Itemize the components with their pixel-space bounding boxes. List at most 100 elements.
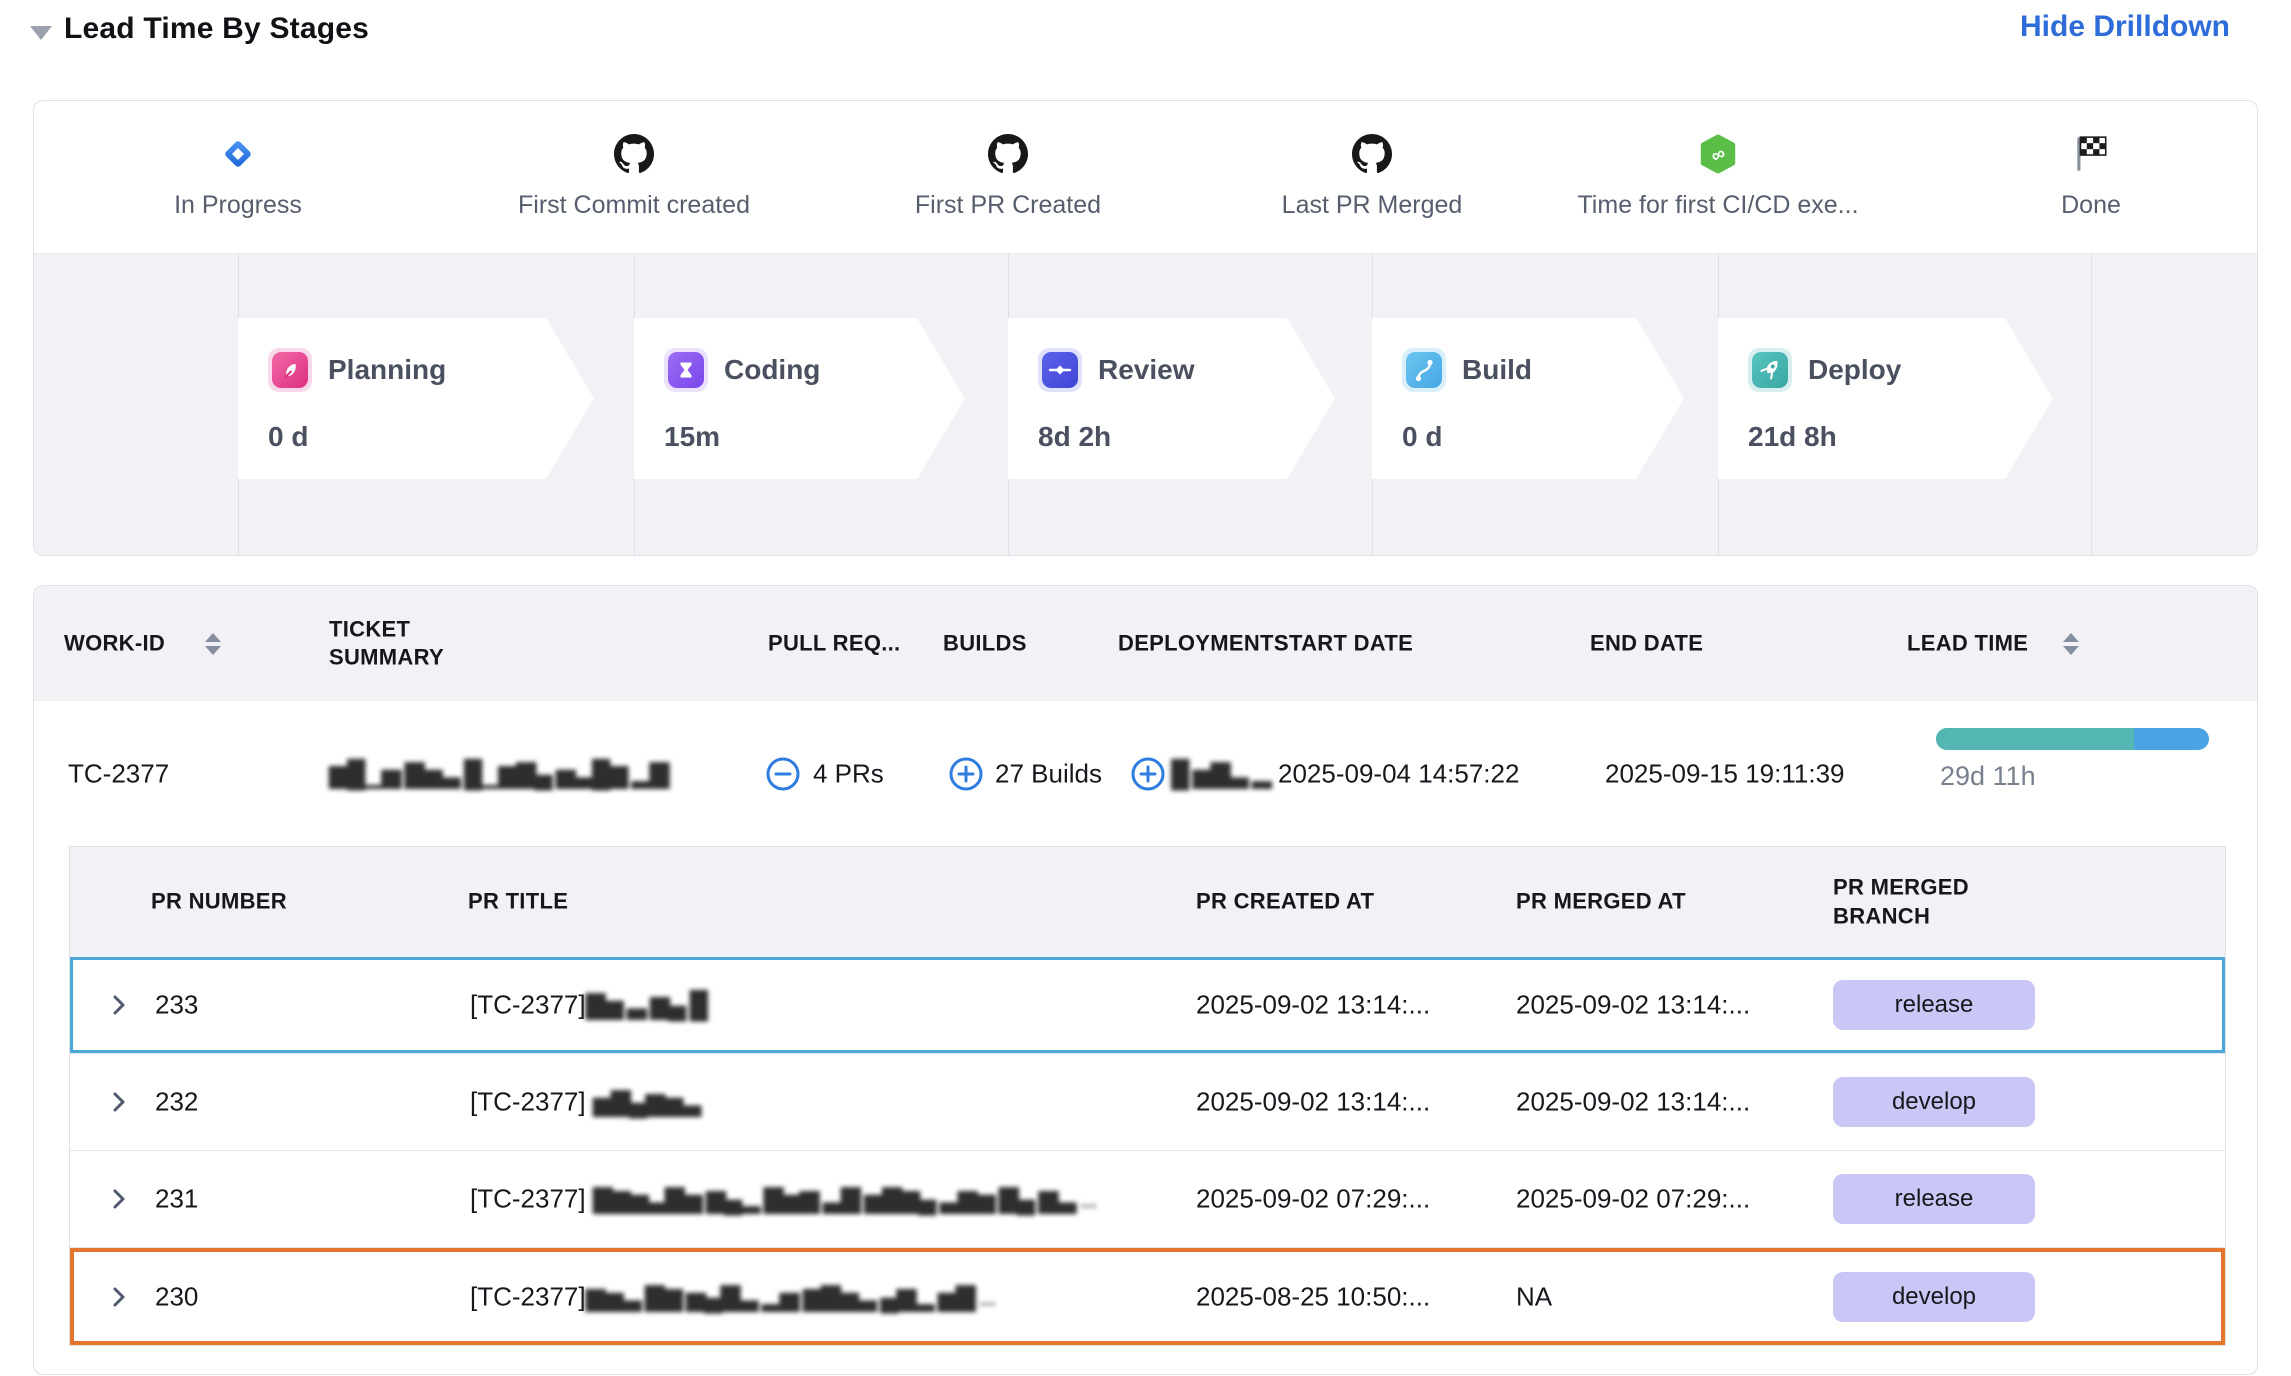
col-pr-created-at: PR CREATED AT — [1196, 888, 1374, 917]
stage-deploy: Deploy 21d 8h — [1718, 318, 2053, 479]
work-items-panel: WORK-ID TICKET SUMMARY PULL REQ... BUILD… — [33, 585, 2258, 1375]
pr-table-header: PR NUMBER PR TITLE PR CREATED AT PR MERG… — [70, 847, 2225, 957]
col-pr-title: PR TITLE — [468, 888, 568, 917]
pr-title: [TC-2377]▆▅▃ ▇▆ ▅▄▇▃ ▂▅ ▆▇▅▃ ▄▆▂ ▅▇ ... — [470, 1281, 995, 1312]
stage-planning: Planning 0 d — [238, 318, 594, 479]
pr-merged-at: 2025-09-02 13:14:... — [1516, 990, 1750, 1021]
milestone-cicd: ∞ Time for first CI/CD exe... — [1508, 133, 1928, 220]
review-commit-icon — [1038, 348, 1082, 392]
stage-duration: 15m — [664, 421, 720, 453]
col-lead-time: LEAD TIME — [1907, 629, 2028, 658]
pr-created-at: 2025-08-25 10:50:... — [1196, 1281, 1430, 1312]
branch-badge: develop — [1833, 1077, 2035, 1127]
stage-name: Review — [1098, 354, 1195, 386]
checkered-flag-icon — [2070, 133, 2112, 175]
col-start-date: START DATE — [1274, 629, 1413, 658]
start-date-value: 2025-09-04 14:57:22 — [1278, 758, 1519, 789]
work-item-row[interactable]: TC-2377 ▆█▁▅ ▇▅▃ █▁▆▇▄ ▅▃█▆ ▂▇ 4 PRs 27 … — [34, 701, 2257, 846]
pr-title-redacted: ▆▅▃ ▇▆ ▅▄▇▃ ▂▅ ▆▇▅▃ ▄▆▂ ▅▇ ... — [586, 1281, 995, 1311]
pr-title-redacted: ▇▅ ▃ ▆▄ █ — [586, 990, 707, 1020]
pipeline-panel: In Progress First Commit created First P… — [33, 100, 2258, 556]
ticket-summary-redacted: ▆█▁▅ ▇▅▃ █▁▆▇▄ ▅▃█▆ ▂▇ — [329, 758, 668, 789]
stage-band: Planning 0 d Coding 15m Revi — [34, 253, 2257, 555]
pr-number: 230 — [155, 1281, 198, 1312]
milestone-first-commit: First Commit created — [424, 133, 844, 220]
pr-merged-at: NA — [1516, 1281, 1552, 1312]
pr-merged-at: 2025-09-02 13:14:... — [1516, 1087, 1750, 1118]
milestone-done: Done — [1881, 133, 2258, 220]
pr-merged-at: 2025-09-02 07:29:... — [1516, 1184, 1750, 1215]
build-branch-icon — [1402, 348, 1446, 392]
stage-duration: 8d 2h — [1038, 421, 1111, 453]
col-ticket-summary: TICKET SUMMARY — [329, 615, 504, 672]
stage-name: Planning — [328, 354, 446, 386]
sort-icon-lead-time[interactable] — [2063, 633, 2079, 655]
pr-row[interactable]: 233 [TC-2377]▇▅ ▃ ▆▄ █ 2025-09-02 13:14:… — [70, 957, 2225, 1054]
github-icon — [987, 133, 1029, 175]
lead-time-value: 29d 11h — [1940, 761, 2036, 792]
chevron-right-icon[interactable] — [106, 992, 132, 1018]
lead-time-bar-teal-segment — [1936, 728, 2134, 750]
col-builds: BUILDS — [943, 629, 1027, 658]
milestone-first-pr: First PR Created — [798, 133, 1218, 220]
end-date-value: 2025-09-15 19:11:39 — [1605, 758, 1845, 789]
github-icon — [613, 133, 655, 175]
pr-row[interactable]: 232 [TC-2377] ▅▇▄▆▅▃ 2025-09-02 13:14:..… — [70, 1054, 2225, 1151]
stage-build: Build 0 d — [1372, 318, 1684, 479]
expand-builds-icon[interactable] — [947, 755, 985, 793]
coding-hourglass-icon — [664, 348, 708, 392]
stage-duration: 0 d — [1402, 421, 1442, 453]
hide-drilldown-link[interactable]: Hide Drilldown — [2020, 10, 2230, 44]
stage-duration: 21d 8h — [1748, 421, 1837, 453]
stage-name: Deploy — [1808, 354, 1901, 386]
stage-divider — [2091, 254, 2092, 555]
lead-time-drilldown-view: Lead Time By Stages Hide Drilldown In Pr… — [0, 0, 2291, 1376]
branch-badge: develop — [1833, 1272, 2035, 1322]
col-pull-requests: PULL REQ... — [768, 629, 900, 658]
github-icon — [1351, 133, 1393, 175]
col-end-date: END DATE — [1590, 629, 1703, 658]
milestone-label: Time for first CI/CD exe... — [1508, 191, 1928, 220]
section-header: Lead Time By Stages Hide Drilldown — [0, 0, 2291, 70]
page-title: Lead Time By Stages — [64, 12, 369, 46]
pr-row[interactable]: 231 [TC-2377] ▇▆▅▃▇▅ ▆▄▂ ▇▅▆ ▃▇ ▅▇▆▄ ▃▆▅… — [70, 1151, 2225, 1248]
chevron-right-icon[interactable] — [106, 1186, 132, 1212]
builds-count: 27 Builds — [995, 758, 1102, 789]
pr-table: PR NUMBER PR TITLE PR CREATED AT PR MERG… — [69, 846, 2226, 1346]
stage-duration: 0 d — [268, 421, 308, 453]
jira-status-icon — [217, 133, 259, 175]
work-table-header: WORK-ID TICKET SUMMARY PULL REQ... BUILD… — [34, 586, 2257, 701]
work-id-value: TC-2377 — [68, 758, 169, 789]
milestone-label: In Progress — [33, 191, 448, 220]
chevron-right-icon[interactable] — [106, 1089, 132, 1115]
chevron-right-icon[interactable] — [106, 1284, 132, 1310]
branch-badge: release — [1833, 1174, 2035, 1224]
deployments-redacted: █ ▅▇▃ ▂ — [1171, 758, 1270, 789]
sort-icon-work-id[interactable] — [205, 633, 221, 655]
col-pr-merged-branch: PR MERGED BRANCH — [1833, 873, 2013, 930]
collapse-triangle-icon[interactable] — [30, 26, 52, 40]
pr-created-at: 2025-09-02 13:14:... — [1196, 990, 1430, 1021]
stage-name: Coding — [724, 354, 820, 386]
pull-requests-count: 4 PRs — [813, 758, 884, 789]
lead-time-bar — [1936, 728, 2209, 750]
pr-created-at: 2025-09-02 07:29:... — [1196, 1184, 1430, 1215]
pr-title-redacted: ▇▆▅▃▇▅ ▆▄▂ ▇▅▆ ▃▇ ▅▇▆▄ ▃▆▅ ▇▄ ▆▃ ... — [593, 1184, 1096, 1214]
pr-title: [TC-2377] ▅▇▄▆▅▃ — [470, 1087, 699, 1118]
pr-row[interactable]: 230 [TC-2377]▆▅▃ ▇▆ ▅▄▇▃ ▂▅ ▆▇▅▃ ▄▆▂ ▅▇ … — [70, 1248, 2225, 1345]
pr-title: [TC-2377]▇▅ ▃ ▆▄ █ — [470, 990, 706, 1021]
col-pr-merged-at: PR MERGED AT — [1516, 888, 1686, 917]
col-deployments: DEPLOYMENTS — [1118, 629, 1289, 658]
milestone-label: First PR Created — [798, 191, 1218, 220]
col-work-id: WORK-ID — [64, 629, 165, 658]
col-pr-number: PR NUMBER — [151, 888, 287, 917]
milestone-in-progress: In Progress — [33, 133, 448, 220]
collapse-prs-icon[interactable] — [764, 755, 802, 793]
cicd-infinity-icon: ∞ — [1697, 133, 1739, 175]
planning-icon — [268, 348, 312, 392]
stage-review: Review 8d 2h — [1008, 318, 1335, 479]
pr-number: 233 — [155, 990, 198, 1021]
branch-badge: release — [1833, 980, 2035, 1030]
expand-deployments-icon[interactable] — [1129, 755, 1167, 793]
deploy-rocket-icon — [1748, 348, 1792, 392]
